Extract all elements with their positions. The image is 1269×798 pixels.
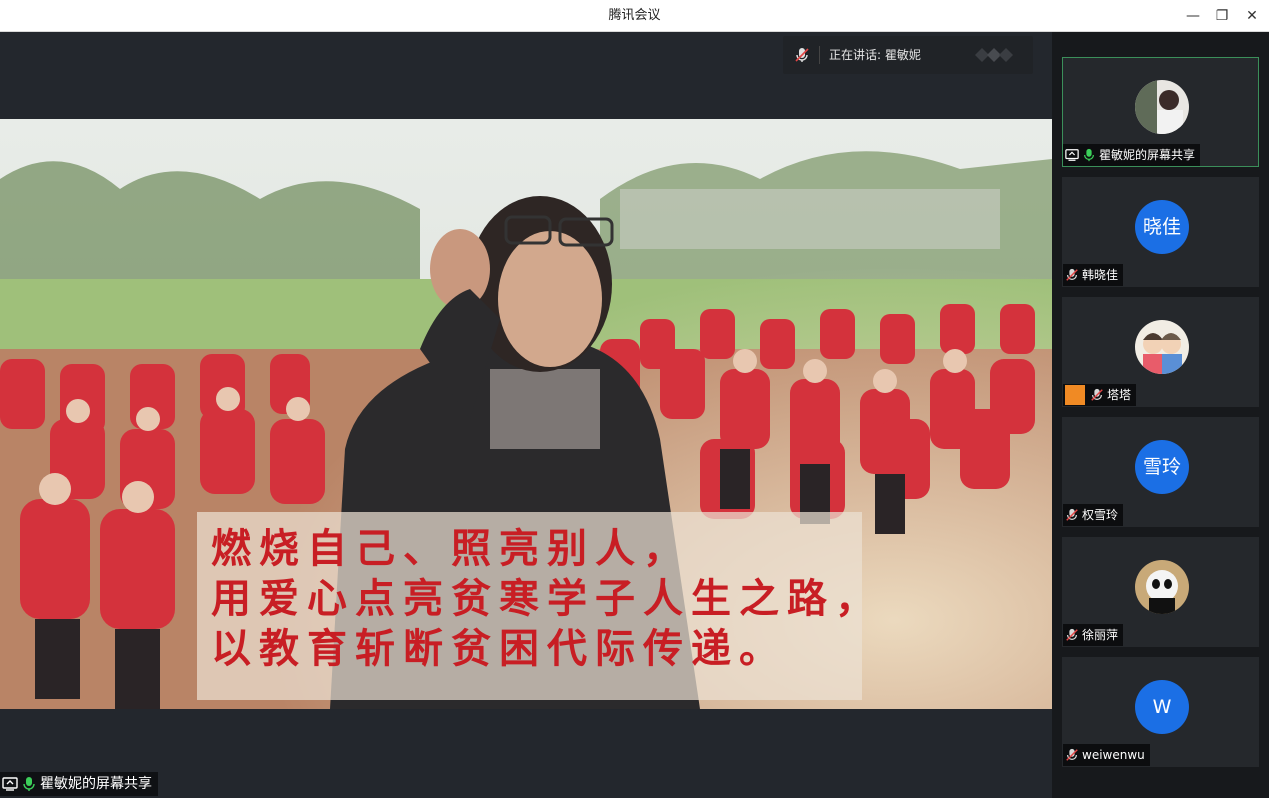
speaking-label: 正在讲话: 瞿敏妮 [829,48,921,62]
mic-muted-icon [1066,268,1078,281]
participant-sidebar[interactable]: 瞿敏妮的屏幕共享 晓佳 韩晓佳 塔塔 雪玲 权雪玲 徐丽萍 W weiwenwu [1052,32,1269,798]
close-icon[interactable]: ✕ [1237,0,1267,32]
mic-active-icon [23,777,35,791]
participant-name: 塔塔 [1107,388,1132,402]
avatar [1135,560,1189,614]
avatar: 雪玲 [1135,440,1189,494]
mic-muted-icon [1066,508,1078,521]
shared-screen: 燃烧自己、照亮别人， 用爱心点亮贫寒学子人生之路， 以教育斩断贫困代际传递。 [0,119,1052,709]
avatar: 晓佳 [1135,200,1189,254]
participant-name: 徐丽萍 [1082,628,1119,642]
participant-name: 权雪玲 [1082,508,1119,522]
minimize-icon[interactable]: — [1178,0,1208,32]
participant-tile[interactable]: 徐丽萍 [1062,537,1259,647]
caption-line-2: 用爱心点亮贫寒学子人生之路， [211,575,883,622]
mic-muted-icon [1091,388,1103,401]
title-bar: 腾讯会议 — ❐ ✕ [0,0,1269,32]
participant-name-tag: 韩晓佳 [1063,264,1124,286]
share-owner-label: 瞿敏妮的屏幕共享 [0,772,158,796]
main-share-area: 正在讲话: 瞿敏妮 燃烧自己、照亮别人， 用爱心点亮贫寒学子人生之路， 以教育斩… [0,32,1052,798]
mic-muted-icon [1066,628,1078,641]
avatar [1135,80,1189,134]
participant-name: weiwenwu [1082,748,1145,762]
participant-name: 韩晓佳 [1082,268,1119,282]
avatar [1135,320,1189,374]
caption-box: 燃烧自己、照亮别人， 用爱心点亮贫寒学子人生之路， 以教育斩断贫困代际传递。 [197,512,883,700]
participant-tile[interactable]: 瞿敏妮的屏幕共享 [1062,57,1259,167]
participant-name-tag: 塔塔 [1063,384,1137,406]
participant-tile[interactable]: W weiwenwu [1062,657,1259,767]
window-title: 腾讯会议 [608,8,661,23]
divider [819,46,820,64]
participant-name-tag: 徐丽萍 [1063,624,1124,646]
mic-muted-icon [1066,748,1078,761]
speaking-indicator: 正在讲话: 瞿敏妮 [783,36,1033,74]
participant-name: 瞿敏妮的屏幕共享 [1099,148,1196,162]
screen-share-icon [2,777,18,791]
tencent-meeting-logo-icon [975,48,1013,62]
mic-speaking-icon [795,48,809,62]
person-icon [1065,385,1085,405]
participant-name-tag: 权雪玲 [1063,504,1124,526]
participant-tile[interactable]: 雪玲 权雪玲 [1062,417,1259,527]
screen-share-icon [1065,149,1079,161]
participant-name-tag: weiwenwu [1063,744,1150,766]
caption-line-1: 燃烧自己、照亮别人， [211,525,691,572]
participant-tile[interactable]: 晓佳 韩晓佳 [1062,177,1259,287]
caption-line-3: 以教育斩断贫困代际传递。 [211,625,787,672]
avatar: W [1135,680,1189,734]
participant-tile[interactable]: 塔塔 [1062,297,1259,407]
share-owner-text: 瞿敏妮的屏幕共享 [40,776,152,792]
restore-icon[interactable]: ❐ [1207,0,1237,32]
mic-active-icon [1084,148,1094,162]
participant-name-tag: 瞿敏妮的屏幕共享 [1063,144,1201,166]
